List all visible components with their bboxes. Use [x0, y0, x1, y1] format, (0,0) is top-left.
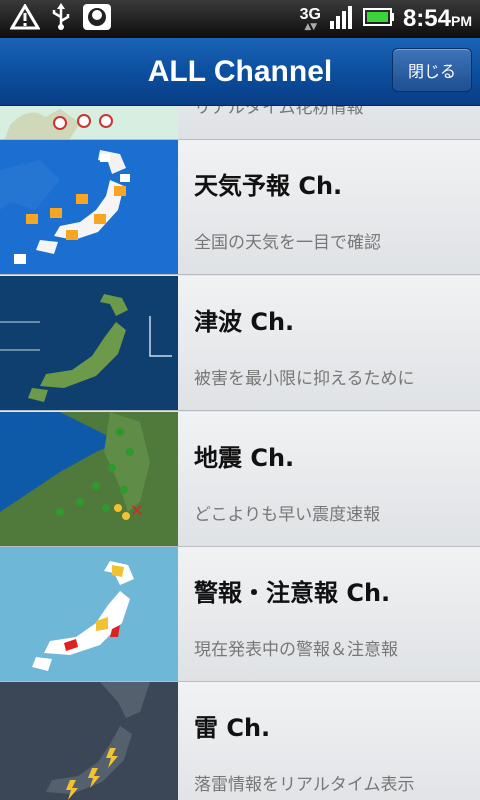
pollen-map-thumbnail: [0, 106, 178, 139]
list-item-pollen-channel[interactable]: リアルタイム花粉情報: [0, 106, 480, 140]
list-item-tsunami-channel[interactable]: 津波 Ch. 被害を最小限に抑えるために: [0, 276, 480, 411]
signal-icon: [329, 5, 355, 33]
channel-title: 津波 Ch.: [194, 308, 295, 336]
channel-title: 警報・注意報 Ch.: [194, 579, 391, 607]
status-bar: 3G ▲▼ 8:54PM: [0, 0, 480, 38]
usb-icon: [50, 3, 72, 35]
clock: 8:54PM: [402, 5, 472, 32]
close-button[interactable]: 閉じる: [392, 48, 472, 92]
channel-title: 雷 Ch.: [194, 714, 271, 742]
list-item-warning-channel[interactable]: 警報・注意報 Ch. 現在発表中の警報＆注意報: [0, 547, 480, 682]
channel-subtitle: 現在発表中の警報＆注意報: [194, 640, 398, 660]
lightning-map-thumbnail: [0, 682, 178, 800]
battery-icon: [362, 7, 395, 31]
channel-subtitle: どこよりも早い震度速報: [194, 505, 381, 525]
channel-list: リアルタイム花粉情報 天気予報 Ch. 全国の天気を一目で確認 津波 Ch. 被…: [0, 106, 480, 800]
weather-map-thumbnail: [0, 140, 178, 274]
channel-title: 天気予報 Ch.: [194, 172, 343, 200]
list-item-earthquake-channel[interactable]: ✕ 地震 Ch. どこよりも早い震度速報: [0, 412, 480, 547]
warning-icon: [9, 3, 41, 34]
list-item-weather-channel[interactable]: 天気予報 Ch. 全国の天気を一目で確認: [0, 140, 480, 275]
list-item-lightning-channel[interactable]: 雷 Ch. 落雷情報をリアルタイム表示: [0, 682, 480, 800]
app-notification-icon: [82, 3, 112, 35]
warning-map-thumbnail: [0, 547, 178, 681]
channel-subtitle: 落雷情報をリアルタイム表示: [194, 775, 415, 795]
network-indicator: 3G ▲▼: [299, 5, 321, 32]
channel-subtitle: リアルタイム花粉情報: [194, 106, 364, 118]
channel-title: 地震 Ch.: [194, 444, 295, 472]
title-bar: ALL Channel 閉じる: [0, 38, 480, 106]
channel-subtitle: 被害を最小限に抑えるために: [194, 369, 415, 389]
channel-subtitle: 全国の天気を一目で確認: [194, 233, 381, 253]
svg-text:✕: ✕: [130, 501, 143, 520]
tsunami-map-thumbnail: [0, 276, 178, 410]
earthquake-map-thumbnail: ✕: [0, 412, 178, 546]
